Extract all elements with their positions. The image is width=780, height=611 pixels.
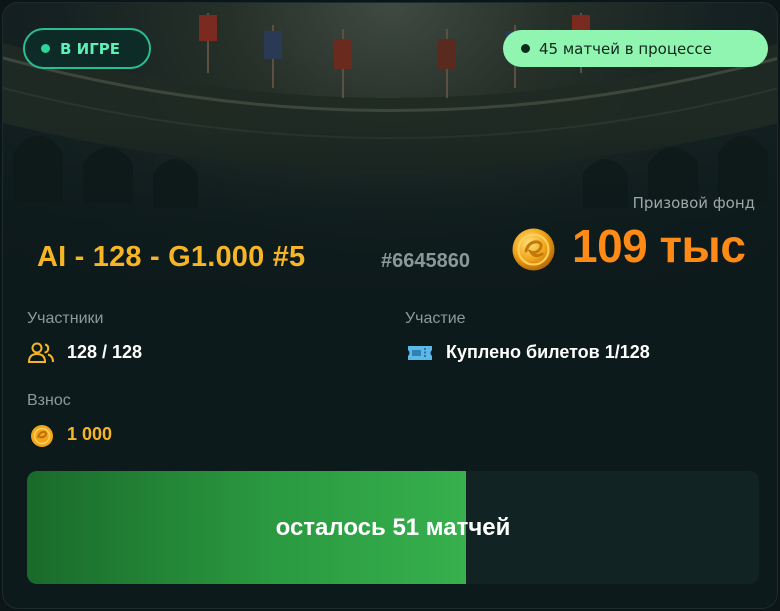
participation-value: Куплено билетов 1/128 <box>446 342 650 362</box>
ticket-icon <box>408 346 432 360</box>
prize-pool-value: 109 тыс <box>572 220 746 272</box>
in-game-status-badge: В ИГРЕ <box>23 28 151 69</box>
matches-dot-icon <box>521 44 530 53</box>
matches-in-progress-badge: 45 матчей в процессе <box>503 30 768 67</box>
tournament-id: #6645860 <box>381 250 470 272</box>
gold-coin-icon <box>512 228 555 271</box>
matches-remaining-progress: осталось 51 матчей <box>27 471 759 584</box>
matches-in-progress-label: 45 матчей в процессе <box>539 39 712 58</box>
tournament-title: AI - 128 - G1.000 #5 <box>37 241 306 273</box>
entry-fee-label: Взнос <box>27 392 71 409</box>
participants-label: Участники <box>27 310 104 327</box>
participation-label: Участие <box>405 310 466 327</box>
entry-fee-value: 1 000 <box>67 424 113 444</box>
coin-icon <box>31 425 53 447</box>
users-icon <box>27 342 54 363</box>
status-dot-icon <box>41 44 50 53</box>
prize-pool-label: Призовой фонд <box>632 194 755 212</box>
status-label: В ИГРЕ <box>60 39 121 58</box>
matches-remaining-label: осталось 51 матчей <box>275 513 511 541</box>
tournament-card[interactable]: В ИГРЕ 45 матчей в процессе AI - 128 - G… <box>2 2 778 609</box>
participants-value: 128 / 128 <box>67 342 143 362</box>
